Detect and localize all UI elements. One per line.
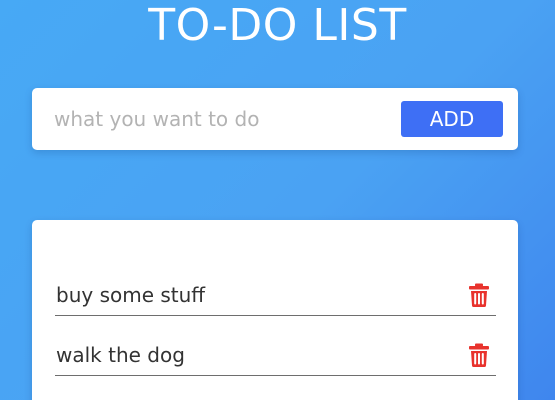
- todo-text: walk the dog: [56, 343, 185, 367]
- delete-button[interactable]: [468, 343, 490, 367]
- todo-list-card: buy some stuff walk the dog: [32, 220, 518, 400]
- list-item: buy some stuff: [55, 279, 496, 316]
- todo-input[interactable]: [50, 101, 398, 137]
- trash-icon: [469, 343, 489, 367]
- todo-text: buy some stuff: [56, 283, 206, 307]
- page-title: TO-DO LIST: [148, 0, 407, 51]
- delete-button[interactable]: [468, 283, 490, 307]
- add-todo-form: ADD: [32, 88, 518, 150]
- list-item: walk the dog: [55, 339, 496, 376]
- add-button[interactable]: ADD: [401, 101, 503, 137]
- trash-icon: [469, 283, 489, 307]
